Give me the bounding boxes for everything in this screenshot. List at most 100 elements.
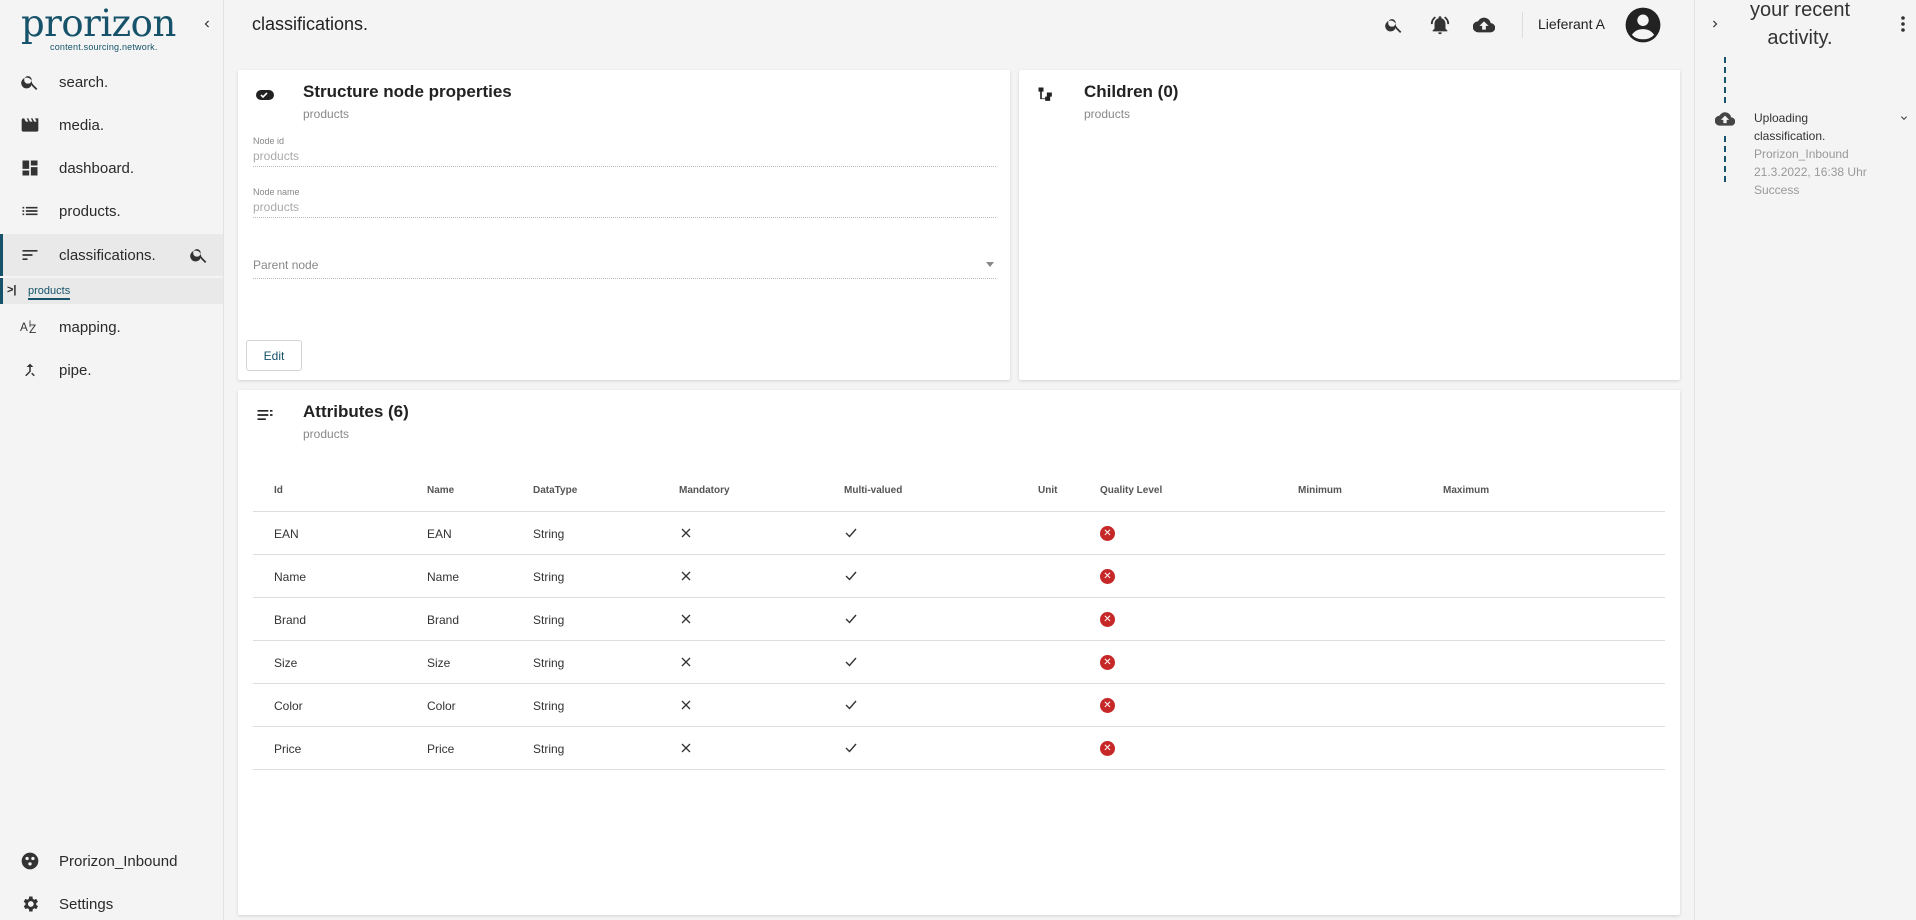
table-row[interactable]: Size Size String ✕ xyxy=(253,641,1665,684)
cell-id: EAN xyxy=(274,527,299,541)
table-row[interactable]: EAN EAN String ✕ xyxy=(253,512,1665,555)
quality-error-icon: ✕ xyxy=(1100,569,1115,584)
quality-error-icon: ✕ xyxy=(1100,526,1115,541)
table-row[interactable]: Brand Brand String ✕ xyxy=(253,598,1665,641)
more-vertical-icon xyxy=(1901,16,1905,32)
svg-text:A: A xyxy=(20,321,28,334)
sort-az-icon: AZ xyxy=(20,317,40,337)
global-search-button[interactable] xyxy=(1382,13,1406,37)
sidebar-item-label: dashboard. xyxy=(59,159,135,177)
activity-item-title: Uploading classification. xyxy=(1754,111,1826,143)
sidebar-item-media[interactable]: media. xyxy=(0,104,223,146)
activity-panel: your recent activity. Uploading classifi… xyxy=(1694,0,1916,920)
subitem-label[interactable]: products xyxy=(28,285,71,300)
sidebar: prorizon content.sourcing.network. searc… xyxy=(0,0,224,920)
sidebar-item-settings[interactable]: Settings xyxy=(0,883,223,920)
sidebar-item-search[interactable]: search. xyxy=(0,61,223,103)
column-header-quality-level[interactable]: Quality Level xyxy=(1100,485,1162,496)
dropdown-arrow-icon xyxy=(986,262,994,267)
sidebar-item-dashboard[interactable]: dashboard. xyxy=(0,147,223,189)
activity-item-source: Prorizon_Inbound xyxy=(1754,147,1849,161)
card-subtitle: products xyxy=(303,427,350,441)
chevron-right-icon xyxy=(1713,20,1718,28)
table-row[interactable]: Color Color String ✕ xyxy=(253,684,1665,727)
attributes-card: Attributes (6) products Id Name DataType… xyxy=(238,390,1680,915)
cross-icon xyxy=(679,526,693,540)
quality-error-icon: ✕ xyxy=(1100,741,1115,756)
search-icon xyxy=(1385,19,1402,33)
notifications-button[interactable] xyxy=(1428,13,1452,37)
cloud-upload-icon xyxy=(1473,17,1495,33)
collapse-activity-button[interactable] xyxy=(1705,14,1725,34)
activity-item[interactable]: Uploading classification. Prorizon_Inbou… xyxy=(1754,109,1874,199)
column-header-maximum[interactable]: Maximum xyxy=(1443,485,1489,496)
card-title: Structure node properties xyxy=(303,82,512,101)
column-header-name[interactable]: Name xyxy=(427,485,454,496)
sidebar-item-label: Settings xyxy=(59,896,114,913)
cell-datatype: String xyxy=(533,527,565,541)
sidebar-subitem-products: >| products xyxy=(0,278,223,304)
sidebar-item-mapping[interactable]: AZ mapping. xyxy=(0,306,223,348)
activity-menu-button[interactable] xyxy=(1895,14,1911,34)
chevron-down-icon xyxy=(1901,116,1907,120)
column-header-multi-valued[interactable]: Multi-valued xyxy=(844,485,902,496)
table-header: Id Name DataType Mandatory Multi-valued … xyxy=(253,470,1665,512)
structure-node-properties-card: Structure node properties products Node … xyxy=(238,70,1010,380)
timeline-line xyxy=(1724,136,1726,182)
card-subtitle: products xyxy=(1084,107,1131,121)
field-label: Node name xyxy=(253,187,300,197)
avatar[interactable] xyxy=(1624,6,1662,44)
column-header-datatype[interactable]: DataType xyxy=(533,485,577,496)
cross-icon xyxy=(679,741,693,755)
quality-error-icon: ✕ xyxy=(1100,612,1115,627)
node-id-field[interactable]: Node id products xyxy=(253,136,996,167)
table-row[interactable]: Price Price String ✕ xyxy=(253,727,1665,770)
upload-button[interactable] xyxy=(1472,13,1496,37)
check-icon xyxy=(844,569,858,583)
expand-arrow-icon[interactable]: >| xyxy=(7,284,17,296)
cross-icon xyxy=(679,612,693,626)
sidebar-item-organization[interactable]: Prorizon_Inbound xyxy=(0,840,223,882)
sort-icon xyxy=(20,245,40,265)
cell-id: Color xyxy=(274,699,303,713)
sidebar-item-pipe[interactable]: pipe. xyxy=(0,349,223,391)
column-header-mandatory[interactable]: Mandatory xyxy=(679,485,730,496)
cell-name: EAN xyxy=(427,527,452,541)
toolbar-divider xyxy=(1522,12,1523,38)
cross-icon xyxy=(679,698,693,712)
gear-icon xyxy=(20,894,40,914)
sidebar-item-classifications[interactable]: classifications. xyxy=(0,234,223,276)
column-header-unit[interactable]: Unit xyxy=(1038,485,1057,496)
field-label: Node id xyxy=(253,136,285,146)
collapse-sidebar-button[interactable] xyxy=(197,14,217,34)
expand-activity-button[interactable] xyxy=(1898,112,1910,124)
timeline-line xyxy=(1724,57,1726,103)
edit-button[interactable]: Edit xyxy=(246,340,302,371)
merge-icon xyxy=(20,360,40,380)
dashboard-icon xyxy=(20,158,40,178)
sidebar-item-products[interactable]: products. xyxy=(0,190,223,232)
cell-datatype: String xyxy=(533,699,565,713)
logo[interactable]: prorizon content.sourcing.network. xyxy=(21,2,176,53)
page-title: classifications. xyxy=(252,14,369,34)
children-card: Children (0) products xyxy=(1019,70,1680,380)
parent-node-select[interactable]: Parent node xyxy=(253,253,996,279)
cell-datatype: String xyxy=(533,742,565,756)
node-name-field[interactable]: Node name products xyxy=(253,187,996,218)
cell-datatype: String xyxy=(533,613,565,627)
user-name[interactable]: Lieferant A xyxy=(1538,16,1605,32)
search-icon xyxy=(20,72,40,92)
column-header-id[interactable]: Id xyxy=(274,485,283,496)
card-title: Children (0) xyxy=(1084,82,1179,101)
cell-id: Size xyxy=(274,656,298,670)
cell-id: Price xyxy=(274,742,302,756)
clapperboard-icon xyxy=(20,115,40,135)
cell-id: Name xyxy=(274,570,307,584)
table-row[interactable]: Name Name String ✕ xyxy=(253,555,1665,598)
column-header-minimum[interactable]: Minimum xyxy=(1298,485,1342,496)
logo-text: prorizon xyxy=(21,2,176,45)
sidebar-item-label: search. xyxy=(59,73,109,91)
activity-item-time: 21.3.2022, 16:38 Uhr xyxy=(1754,165,1867,179)
activity-item-status: Success xyxy=(1754,183,1800,197)
classification-search-button[interactable] xyxy=(189,245,209,265)
